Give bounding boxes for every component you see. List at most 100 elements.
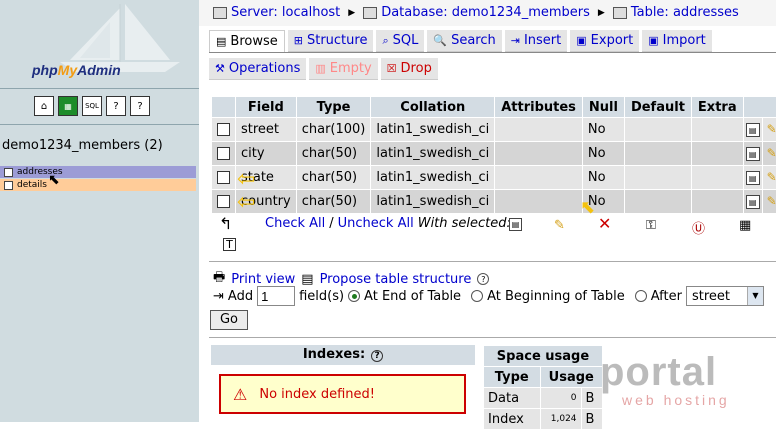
edit-pencil-icon[interactable]: ✎ [765, 170, 776, 184]
tab-import[interactable]: ▣ Import [642, 30, 712, 52]
tab-search[interactable]: 🔍 Search [427, 30, 502, 52]
edit-pencil-icon[interactable]: ✎ [765, 122, 776, 136]
beginning-of-table-label: At Beginning of Table [487, 288, 625, 304]
space-unit: B [581, 409, 602, 429]
after-label: After [650, 288, 682, 304]
left-divider [0, 124, 199, 125]
help-icon[interactable]: ? [477, 273, 490, 285]
table-row: Data 0 B [484, 388, 602, 408]
primary-key-icon[interactable]: ⚿ [646, 218, 656, 233]
sql-icon: ⌕ [382, 33, 389, 47]
tab-structure[interactable]: ⊞ Structure [287, 30, 374, 52]
index-icon[interactable]: ▦ [739, 218, 751, 233]
uncheck-all-link[interactable]: Uncheck All [338, 216, 414, 231]
propose-structure-link[interactable]: Propose table structure [320, 272, 472, 287]
row-checkbox[interactable] [217, 195, 230, 208]
indexes-panel: Indexes:? ⚠ No index defined! [211, 345, 475, 414]
sql-window-icon[interactable]: ▦ [58, 96, 78, 116]
table-link-label[interactable]: details [17, 180, 47, 190]
help-icon[interactable]: ? [130, 96, 150, 116]
table-link-addresses[interactable]: addresses [0, 166, 196, 178]
drop-selected-icon[interactable]: ✕ [598, 214, 611, 233]
browse-distinct-icon[interactable]: ▤ [745, 171, 760, 185]
browse-selected-icon[interactable]: ▤ [509, 218, 522, 231]
field-default [624, 166, 691, 189]
field-default [624, 118, 691, 141]
field-extra [691, 142, 743, 165]
row-checkbox[interactable] [217, 147, 230, 160]
tab-browse[interactable]: ▤ Browse [209, 30, 285, 52]
no-index-message: No index defined! [259, 386, 375, 402]
field-attributes [495, 190, 582, 213]
row-checkbox[interactable] [217, 171, 230, 184]
field-null: No [582, 166, 624, 189]
field-default [624, 190, 691, 213]
browse-distinct-icon[interactable]: ▤ [745, 195, 760, 209]
fulltext-icon[interactable]: T [223, 238, 236, 251]
browse-distinct-icon[interactable]: ▤ [745, 147, 760, 161]
tab-drop[interactable]: ☒ Drop [380, 58, 438, 80]
browse-distinct-icon[interactable]: ▤ [745, 123, 760, 137]
breadcrumb-server[interactable]: Server: localhost [231, 5, 340, 20]
field-type: char(50) [296, 142, 371, 165]
tab-divider [209, 52, 776, 53]
space-unit: B [581, 388, 602, 408]
print-view-link[interactable]: Print view [231, 272, 295, 287]
chevron-down-icon: ▼ [746, 287, 763, 305]
col-header: Null [582, 97, 624, 117]
tab-insert[interactable]: ⇥ Insert [504, 30, 568, 52]
check-all-link[interactable]: Check All [265, 216, 325, 231]
tab-operations[interactable]: ⚒ Operations [209, 58, 307, 80]
field-extra [691, 166, 743, 189]
field-attributes [495, 118, 582, 141]
go-button[interactable]: Go [210, 310, 248, 330]
tab-sql[interactable]: ⌕ SQL [376, 30, 425, 52]
breadcrumb: Server: localhost ▶ Database: demo1234_m… [213, 5, 739, 20]
portal-watermark-logo: portal web hosting [600, 350, 730, 408]
tab-export[interactable]: ▣ Export [570, 30, 640, 52]
separator: / [329, 216, 334, 231]
field-count-input[interactable] [257, 286, 296, 306]
with-selected-label: With selected: [417, 216, 511, 231]
import-icon: ▣ [648, 34, 659, 47]
table-row: state char(50) latin1_swedish_ci No ▤ ✎ [212, 166, 776, 189]
field-collation: latin1_swedish_ci [371, 166, 495, 189]
left-icon-bar: ⌂ ▦ SQL ? ? [34, 96, 150, 116]
breadcrumb-table[interactable]: Table: addresses [631, 5, 739, 20]
sql-icon[interactable]: SQL [82, 96, 102, 116]
radio-after[interactable] [634, 290, 647, 302]
home-icon[interactable]: ⌂ [34, 96, 54, 116]
help-icon[interactable]: ? [371, 350, 384, 362]
radio-end-of-table[interactable] [348, 290, 361, 302]
after-field-select[interactable]: street ▼ [685, 286, 764, 306]
database-icon [363, 6, 378, 19]
tab-empty[interactable]: ▥ Empty [309, 58, 378, 80]
row-checkbox[interactable] [217, 123, 230, 136]
edit-pencil-icon[interactable]: ✎ [765, 146, 776, 160]
col-header: Collation [371, 97, 495, 117]
field-name: city [236, 142, 296, 165]
col-header: Attributes [495, 97, 582, 117]
col-header: Default [624, 97, 691, 117]
drop-icon: ☒ [386, 62, 397, 75]
docs-icon[interactable]: ? [106, 96, 126, 116]
database-name[interactable]: demo1234_members (2) [2, 138, 163, 153]
structure-table: Field Type Collation Attributes Null Def… [211, 96, 776, 214]
propose-icon: ▤ [301, 271, 314, 287]
edit-pencil-icon[interactable]: ✎ [765, 194, 776, 208]
unique-icon[interactable]: Ⓤ [692, 218, 705, 237]
field-attributes [495, 166, 582, 189]
field-collation: latin1_swedish_ci [371, 118, 495, 141]
insert-icon: ⇥ [510, 34, 520, 47]
col-header: Extra [691, 97, 743, 117]
table-link-details[interactable]: details [0, 179, 196, 191]
breadcrumb-database[interactable]: Database: demo1234_members [381, 5, 590, 20]
field-type: char(50) [296, 166, 371, 189]
checkbox-header [212, 97, 235, 117]
phpmyadmin-logo-text[interactable]: phpMyAdmin [32, 62, 121, 78]
edit-selected-icon[interactable]: ✎ [554, 218, 565, 233]
no-index-warning: ⚠ No index defined! [219, 374, 466, 414]
space-usage: 0 [540, 388, 581, 408]
bent-arrow-icon: ↰ [219, 214, 233, 233]
radio-beginning-of-table[interactable] [471, 290, 484, 302]
